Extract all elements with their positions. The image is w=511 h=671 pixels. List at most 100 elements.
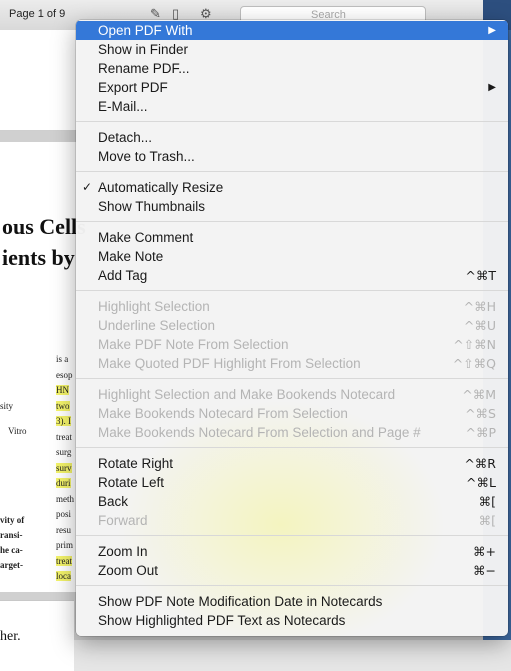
menu-item-zoom-in[interactable]: Zoom In ⌘+ <box>76 542 508 561</box>
menu-item-make-quoted-pdf-highlight-from-selection: Make Quoted PDF Highlight From Selection… <box>76 354 508 373</box>
menu-item-label: Make Comment <box>98 230 194 245</box>
menu-item-label: Forward <box>98 513 148 528</box>
menu-item-highlight-selection: Highlight Selection ^⌘H <box>76 297 508 316</box>
doc-text-line: 3). I <box>56 416 71 426</box>
menu-separator <box>76 121 508 122</box>
menu-item-shortcut: ^⌘U <box>463 318 496 333</box>
menu-item-label: Make PDF Note From Selection <box>98 337 289 352</box>
menu-item-label: Zoom In <box>98 544 148 559</box>
menu-item-zoom-out[interactable]: Zoom Out ⌘− <box>76 561 508 580</box>
menu-separator <box>76 171 508 172</box>
doc-title-line: ous Cells <box>2 214 86 239</box>
menu-separator <box>76 290 508 291</box>
menu-item-rename-pdf[interactable]: Rename PDF... <box>76 59 508 78</box>
menu-item-label: Show Highlighted PDF Text as Notecards <box>98 613 346 628</box>
doc-text-line: two <box>56 400 70 411</box>
menu-separator <box>76 378 508 379</box>
menu-item-make-comment[interactable]: Make Comment <box>76 228 508 247</box>
doc-text-line: duri <box>56 478 71 488</box>
doc-text-line: posi <box>56 509 72 519</box>
pdf-page-bottom: her. <box>0 600 74 671</box>
menu-separator <box>76 447 508 448</box>
menu-item-label: Make Quoted PDF Highlight From Selection <box>98 356 361 371</box>
context-menu: Open PDF With ▶ Show in Finder Rename PDF..… <box>76 20 508 636</box>
doc-text: he ca- <box>0 545 23 555</box>
menu-item-label: Show PDF Note Modification Date in Notec… <box>98 594 383 609</box>
pdf-page-top <box>0 30 78 131</box>
doc-text-line: treat <box>56 555 72 566</box>
doc-text-line: surv <box>56 462 72 473</box>
menu-item-label: Move to Trash... <box>98 149 195 164</box>
menu-item-label: Add Tag <box>98 268 148 283</box>
menu-item-label: Show Thumbnails <box>98 199 206 214</box>
doc-text: her. <box>0 629 21 644</box>
doc-text-line: prim <box>56 540 73 550</box>
menu-item-show-highlighted-pdf-text-as-notecards[interactable]: Show Highlighted PDF Text as Notecards <box>76 611 508 630</box>
menu-item-label: Highlight Selection and Make Bookends No… <box>98 387 396 402</box>
doc-text-line: resu <box>56 524 71 535</box>
submenu-arrow-icon: ▶ <box>488 82 496 93</box>
menu-item-label: Make Note <box>98 249 164 264</box>
menu-item-label: Back <box>98 494 129 509</box>
menu-item-label: Rotate Right <box>98 456 174 471</box>
doc-text-line: HN <box>56 385 69 395</box>
menu-item-label: Open PDF With <box>98 23 193 38</box>
menu-item-make-pdf-note-from-selection: Make PDF Note From Selection ^⇧⌘N <box>76 335 508 354</box>
menu-item-shortcut: ^⇧⌘Q <box>452 356 496 371</box>
menu-item-move-to-trash[interactable]: Move to Trash... <box>76 147 508 166</box>
menu-item-make-bookends-notecard-from-selection: Make Bookends Notecard From Selection ^⌘S <box>76 404 508 423</box>
menu-item-add-tag[interactable]: Add Tag ^⌘T <box>76 266 508 285</box>
doc-title-line: ients by <box>2 245 75 270</box>
menu-item-label: Show in Finder <box>98 42 189 57</box>
menu-item-label: Rotate Left <box>98 475 165 490</box>
menu-item-shortcut: ^⌘S <box>465 406 496 421</box>
doc-text-line: treat <box>56 431 72 442</box>
menu-item-shortcut: ⌘[ <box>478 513 496 528</box>
doc-text-line: surg <box>56 447 72 457</box>
doc-text: vity of <box>0 515 25 525</box>
menu-item-shortcut: ^⌘M <box>462 387 496 402</box>
menu-item-show-pdf-note-modification-date-in-notecards[interactable]: Show PDF Note Modification Date in Notec… <box>76 592 508 611</box>
menu-item-back[interactable]: Back ⌘[ <box>76 492 508 511</box>
menu-item-e-mail[interactable]: E-Mail... <box>76 97 508 116</box>
menu-item-make-note[interactable]: Make Note <box>76 247 508 266</box>
menu-separator <box>76 221 508 222</box>
menu-item-export-pdf[interactable]: Export PDF ▶ <box>76 78 508 97</box>
menu-item-shortcut: ⌘− <box>473 563 496 578</box>
menu-item-detach[interactable]: Detach... <box>76 128 508 147</box>
pdf-page: ous Cells ients by is a esop HN two 3). I tre… <box>0 142 86 592</box>
menu-item-rotate-left[interactable]: Rotate Left ^⌘L <box>76 473 508 492</box>
menu-item-rotate-right[interactable]: Rotate Right ^⌘R <box>76 454 508 473</box>
menu-item-open-pdf-with[interactable]: Open PDF With ▶ <box>76 21 508 40</box>
doc-text: arget- <box>0 560 23 570</box>
checkmark-icon: ✓ <box>82 180 93 194</box>
page-indicator: Page 1 of 9 <box>9 8 66 20</box>
menu-item-shortcut: ^⌘T <box>465 268 496 283</box>
doc-text: Vitro <box>8 426 27 436</box>
menu-item-automatically-resize[interactable]: ✓ Automatically Resize <box>76 178 508 197</box>
menu-item-show-thumbnails[interactable]: Show Thumbnails <box>76 197 508 216</box>
menu-item-shortcut: ^⌘R <box>464 456 496 471</box>
menu-item-underline-selection: Underline Selection ^⌘U <box>76 316 508 335</box>
menu-item-label: Underline Selection <box>98 318 216 333</box>
menu-item-highlight-selection-and-make-bookends-notecard: Highlight Selection and Make Bookends No… <box>76 385 508 404</box>
menu-item-shortcut: ⌘[ <box>478 494 496 509</box>
doc-text-line: esop <box>56 369 73 380</box>
menu-item-shortcut: ^⇧⌘N <box>453 337 496 352</box>
menu-item-shortcut: ⌘+ <box>473 544 496 559</box>
menu-item-label: Zoom Out <box>98 563 159 578</box>
menu-item-show-in-finder[interactable]: Show in Finder <box>76 40 508 59</box>
menu-item-shortcut: ^⌘H <box>463 299 496 314</box>
doc-text-line: is a <box>56 354 69 364</box>
menu-item-label: Highlight Selection <box>98 299 210 314</box>
doc-text: sity <box>0 401 14 411</box>
menu-item-label: Make Bookends Notecard From Selection an… <box>98 425 421 440</box>
menu-item-label: E-Mail... <box>98 99 148 114</box>
doc-text: ransi- <box>0 530 23 540</box>
menu-item-shortcut: ^⌘L <box>466 475 496 490</box>
menu-item-label: Export PDF <box>98 80 168 95</box>
menu-separator <box>76 585 508 586</box>
menu-separator <box>76 535 508 536</box>
submenu-arrow-icon: ▶ <box>488 25 496 36</box>
menu-item-label: Make Bookends Notecard From Selection <box>98 406 348 421</box>
